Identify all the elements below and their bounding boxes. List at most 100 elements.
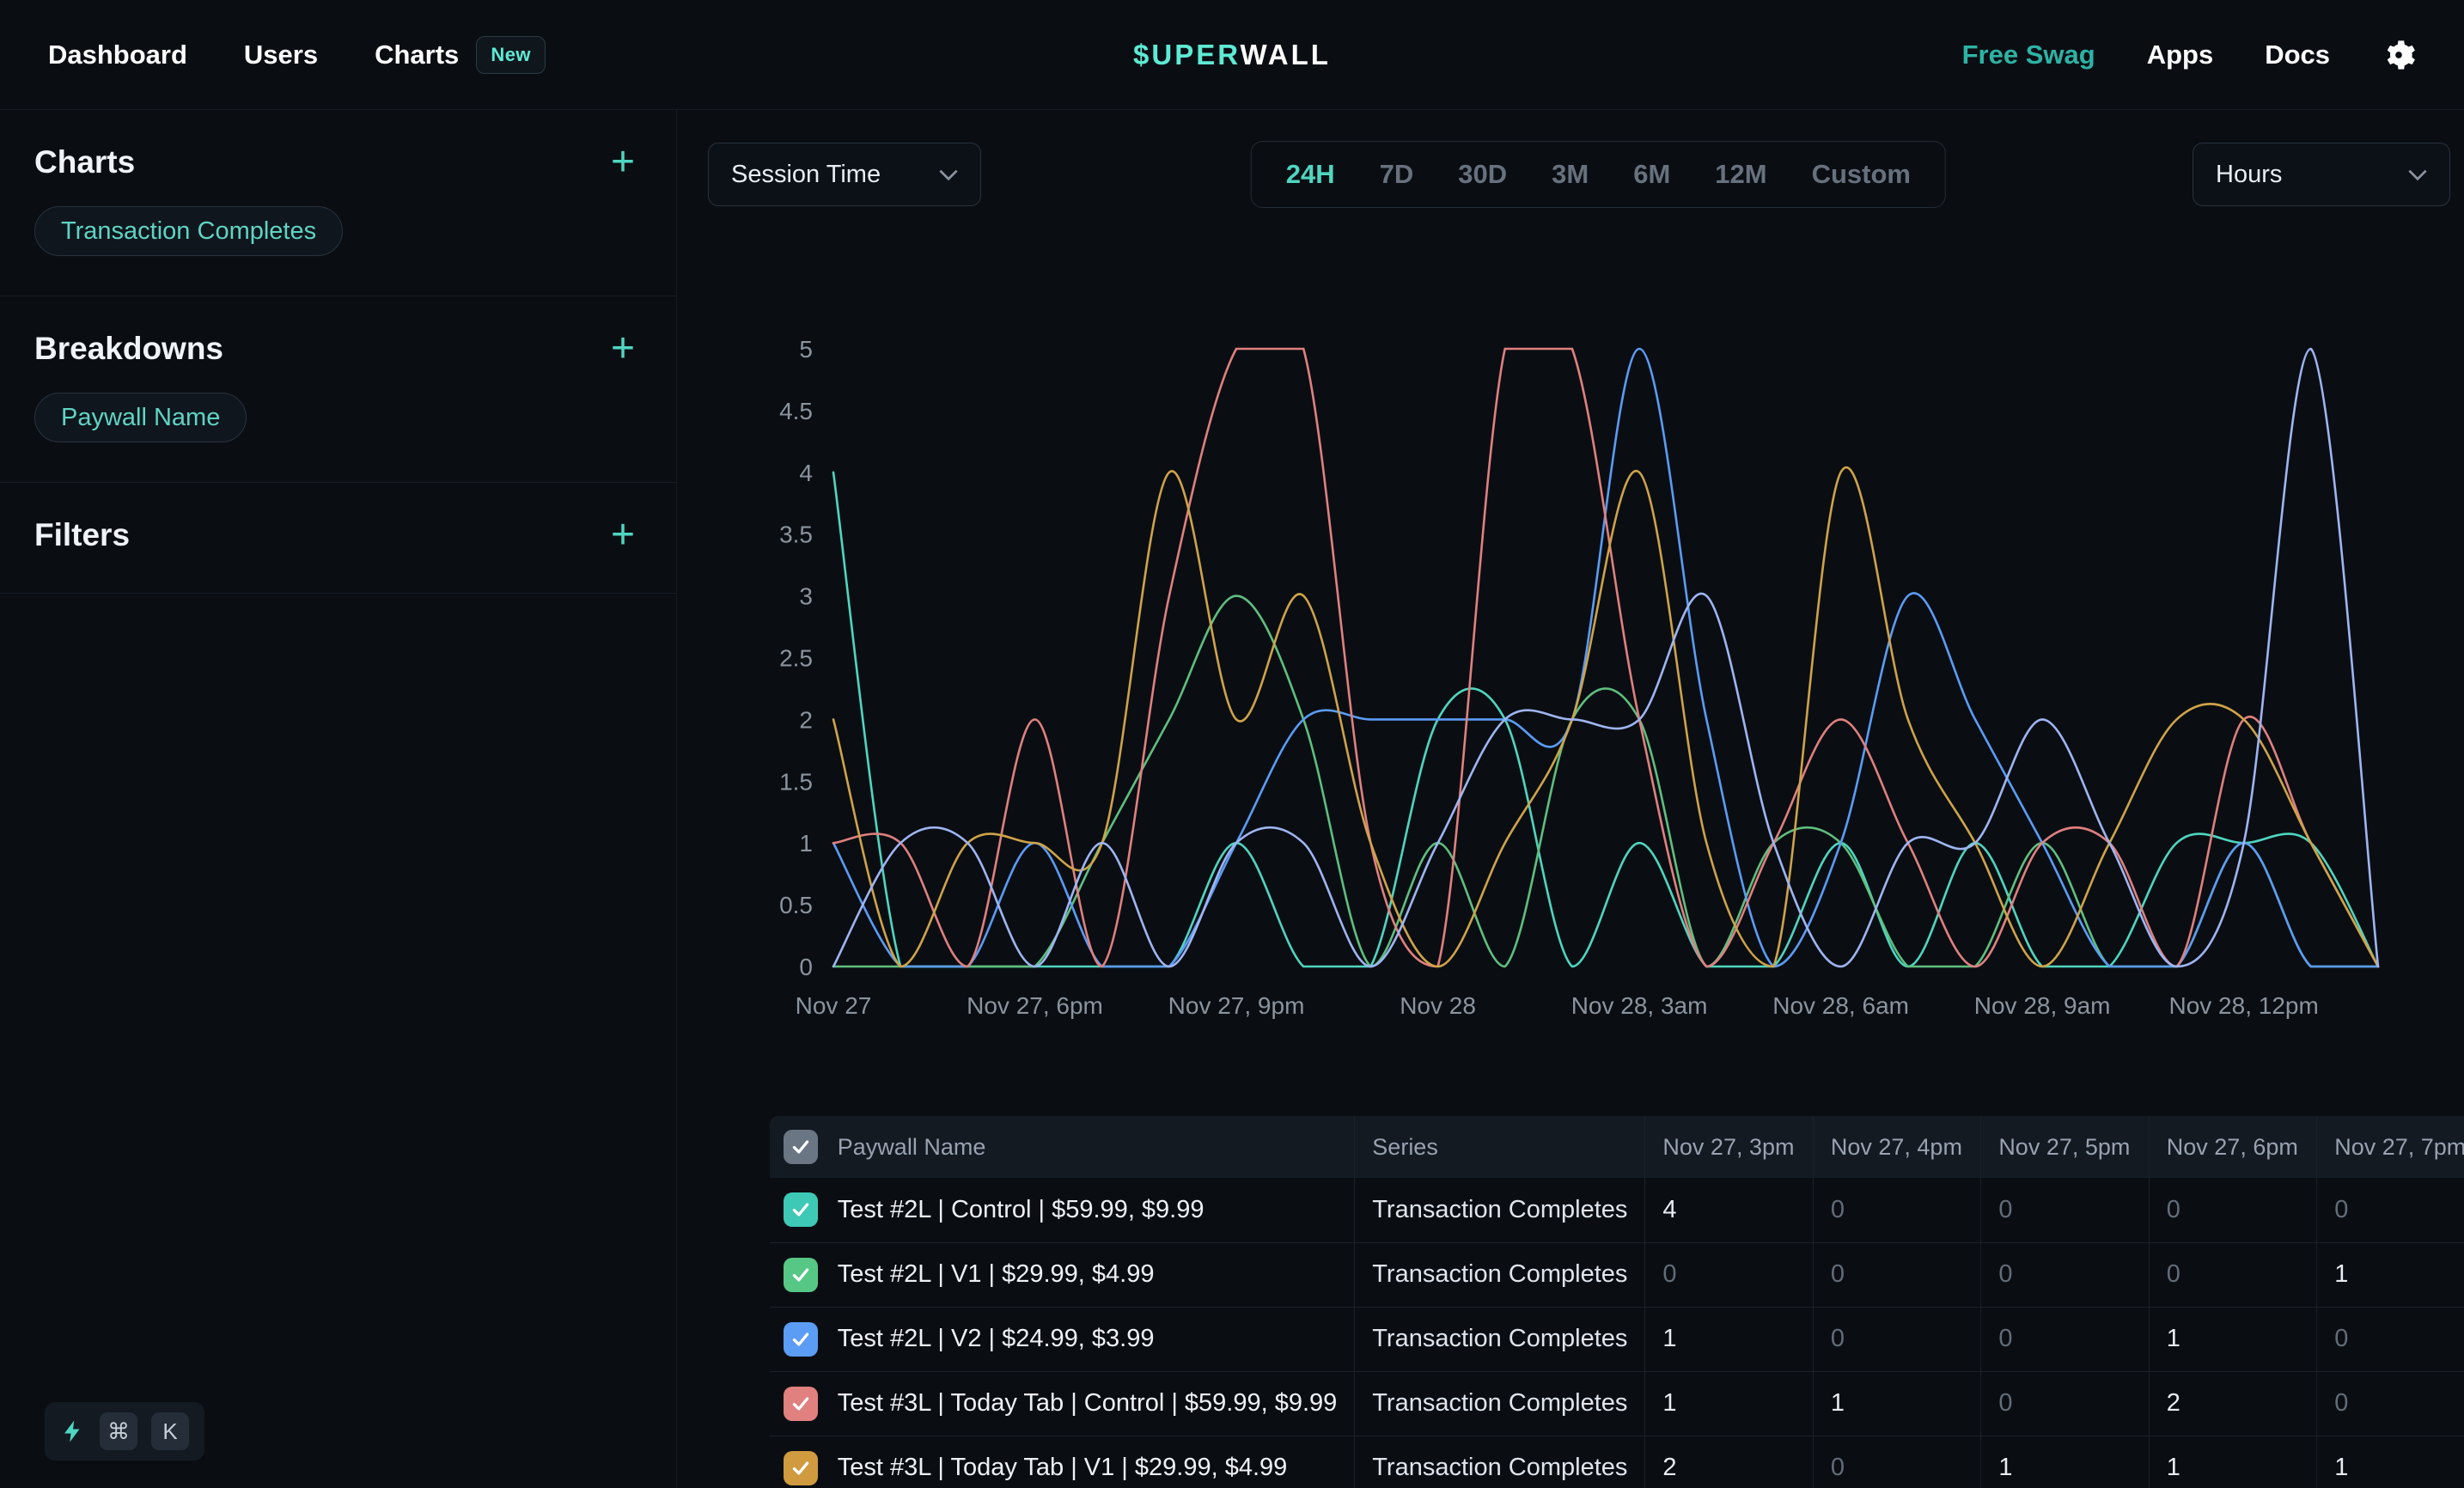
value-cell: 4 [1645,1178,1813,1242]
value-cell: 1 [1645,1307,1813,1371]
y-axis-tick: 1.5 [779,768,813,795]
table-column-header: Series [1355,1116,1645,1178]
check-icon [790,1198,812,1221]
nav-item-charts[interactable]: Charts New [375,36,546,74]
value-cell: 1 [2317,1436,2464,1488]
nav-item-charts-label: Charts [375,40,459,70]
range-7d[interactable]: 7D [1357,159,1436,190]
series-cell: Transaction Completes [1355,1436,1645,1488]
table-column-header: Nov 27, 5pm [1981,1116,2149,1178]
command-palette-shortcut[interactable]: ⌘ K [45,1402,204,1461]
value-cell: 0 [1645,1242,1813,1307]
sidebar-section-filters: Filters + [0,483,676,594]
range-3m[interactable]: 3M [1529,159,1611,190]
unit-select-value: Hours [2216,161,2282,189]
nav-item-free-swag[interactable]: Free Swag [1962,40,2095,70]
select-all-checkbox[interactable] [784,1130,818,1164]
table-column-header: Nov 27, 4pm [1813,1116,1980,1178]
free-swag-label: Free Swag [1962,40,2095,70]
filters-section-title: Filters [34,517,130,553]
table-column-header: Nov 27, 6pm [2149,1116,2316,1178]
paywall-name-cell: Test #2L | V2 | $24.99, $3.99 [820,1307,1355,1371]
row-checkbox[interactable] [784,1387,818,1421]
row-checkbox[interactable] [784,1451,818,1485]
check-icon [790,1457,812,1479]
table-column-header: Nov 27, 7pm [2317,1116,2464,1178]
x-axis-tick: Nov 28, 12pm [2168,992,2318,1019]
y-axis-tick: 4 [799,460,813,486]
row-checkbox-cell [770,1242,820,1307]
k-keycap[interactable]: K [151,1412,189,1450]
lightning-icon [60,1418,86,1444]
cmd-keycap[interactable]: ⌘ [100,1412,137,1450]
sidebar-section-breakdowns: Breakdowns + Paywall Name [0,296,676,483]
breakdown-pill-paywall-name[interactable]: Paywall Name [34,393,247,442]
value-cell: 2 [1645,1436,1813,1488]
chart-pill-transaction-completes[interactable]: Transaction Completes [34,206,343,256]
nav-item-docs[interactable]: Docs [2265,40,2330,70]
value-cell: 1 [1813,1371,1980,1436]
value-cell: 0 [2317,1371,2464,1436]
nav-right: Free Swag Apps Docs [1962,38,2416,72]
chart-line [833,349,2378,967]
nav-item-users[interactable]: Users [244,40,318,70]
series-cell: Transaction Completes [1355,1371,1645,1436]
value-cell: 1 [1645,1371,1813,1436]
table-row: Test #2L | V2 | $24.99, $3.99Transaction… [770,1307,2464,1371]
row-checkbox[interactable] [784,1258,818,1292]
top-nav: Dashboard Users Charts New $UPERWALL Fre… [0,0,2464,110]
x-axis-tick: Nov 27, 6pm [967,992,1103,1019]
nav-item-dashboard-label: Dashboard [48,40,187,70]
charts-section-title: Charts [34,144,135,180]
settings-gear-icon[interactable] [2382,38,2416,72]
nav-item-users-label: Users [244,40,318,70]
table-column-header: Nov 27, 3pm [1645,1116,1813,1178]
range-6m[interactable]: 6M [1611,159,1692,190]
chart-svg: 00.511.522.533.544.55Nov 27Nov 27, 6pmNo… [739,326,2440,1057]
y-axis-tick: 1 [799,830,813,857]
y-axis-tick: 4.5 [779,398,813,424]
paywall-name-cell: Test #2L | Control | $59.99, $9.99 [820,1178,1355,1242]
check-icon [790,1328,812,1351]
value-cell: 0 [1813,1307,1980,1371]
paywall-name-cell: Test #3L | Today Tab | V1 | $29.99, $4.9… [820,1436,1355,1488]
table-row: Test #3L | Today Tab | Control | $59.99,… [770,1371,2464,1436]
series-cell: Transaction Completes [1355,1242,1645,1307]
y-axis-tick: 2.5 [779,645,813,672]
value-cell: 0 [1981,1307,2149,1371]
y-axis-tick: 3.5 [779,521,813,548]
table-column-header: Paywall Name [820,1116,1355,1178]
value-cell: 0 [1813,1178,1980,1242]
docs-label: Docs [2265,40,2330,70]
row-checkbox[interactable] [784,1192,818,1227]
table-row: Test #2L | V1 | $29.99, $4.99Transaction… [770,1242,2464,1307]
range-30d[interactable]: 30D [1436,159,1529,190]
check-icon [790,1264,812,1286]
breakdown-table: Paywall NameSeriesNov 27, 3pmNov 27, 4pm… [770,1116,2464,1488]
row-checkbox-cell [770,1371,820,1436]
add-filter-button[interactable]: + [604,520,642,551]
logo-suffix: WALL [1240,39,1330,70]
value-cell: 0 [1981,1242,2149,1307]
chart-line [833,349,2378,967]
chart-line [833,349,2378,967]
x-axis-tick: Nov 27 [796,992,872,1019]
value-cell: 0 [2317,1178,2464,1242]
row-checkbox[interactable] [784,1322,818,1357]
x-axis-tick: Nov 28, 3am [1571,992,1708,1019]
range-24h[interactable]: 24H [1264,159,1357,190]
header-select-all-cell [770,1116,820,1178]
y-axis-tick: 5 [799,336,813,363]
range-custom[interactable]: Custom [1790,159,1933,190]
nav-item-apps[interactable]: Apps [2147,40,2214,70]
add-breakdown-button[interactable]: + [604,333,642,364]
nav-item-dashboard[interactable]: Dashboard [48,40,187,70]
chevron-down-icon [2408,169,2427,180]
add-chart-button[interactable]: + [604,147,642,178]
value-cell: 1 [2317,1242,2464,1307]
range-12m[interactable]: 12M [1692,159,1789,190]
value-cell: 1 [2149,1436,2316,1488]
x-axis-tick: Nov 28, 6am [1772,992,1909,1019]
metric-select[interactable]: Session Time [708,143,981,206]
unit-select[interactable]: Hours [2193,143,2450,206]
